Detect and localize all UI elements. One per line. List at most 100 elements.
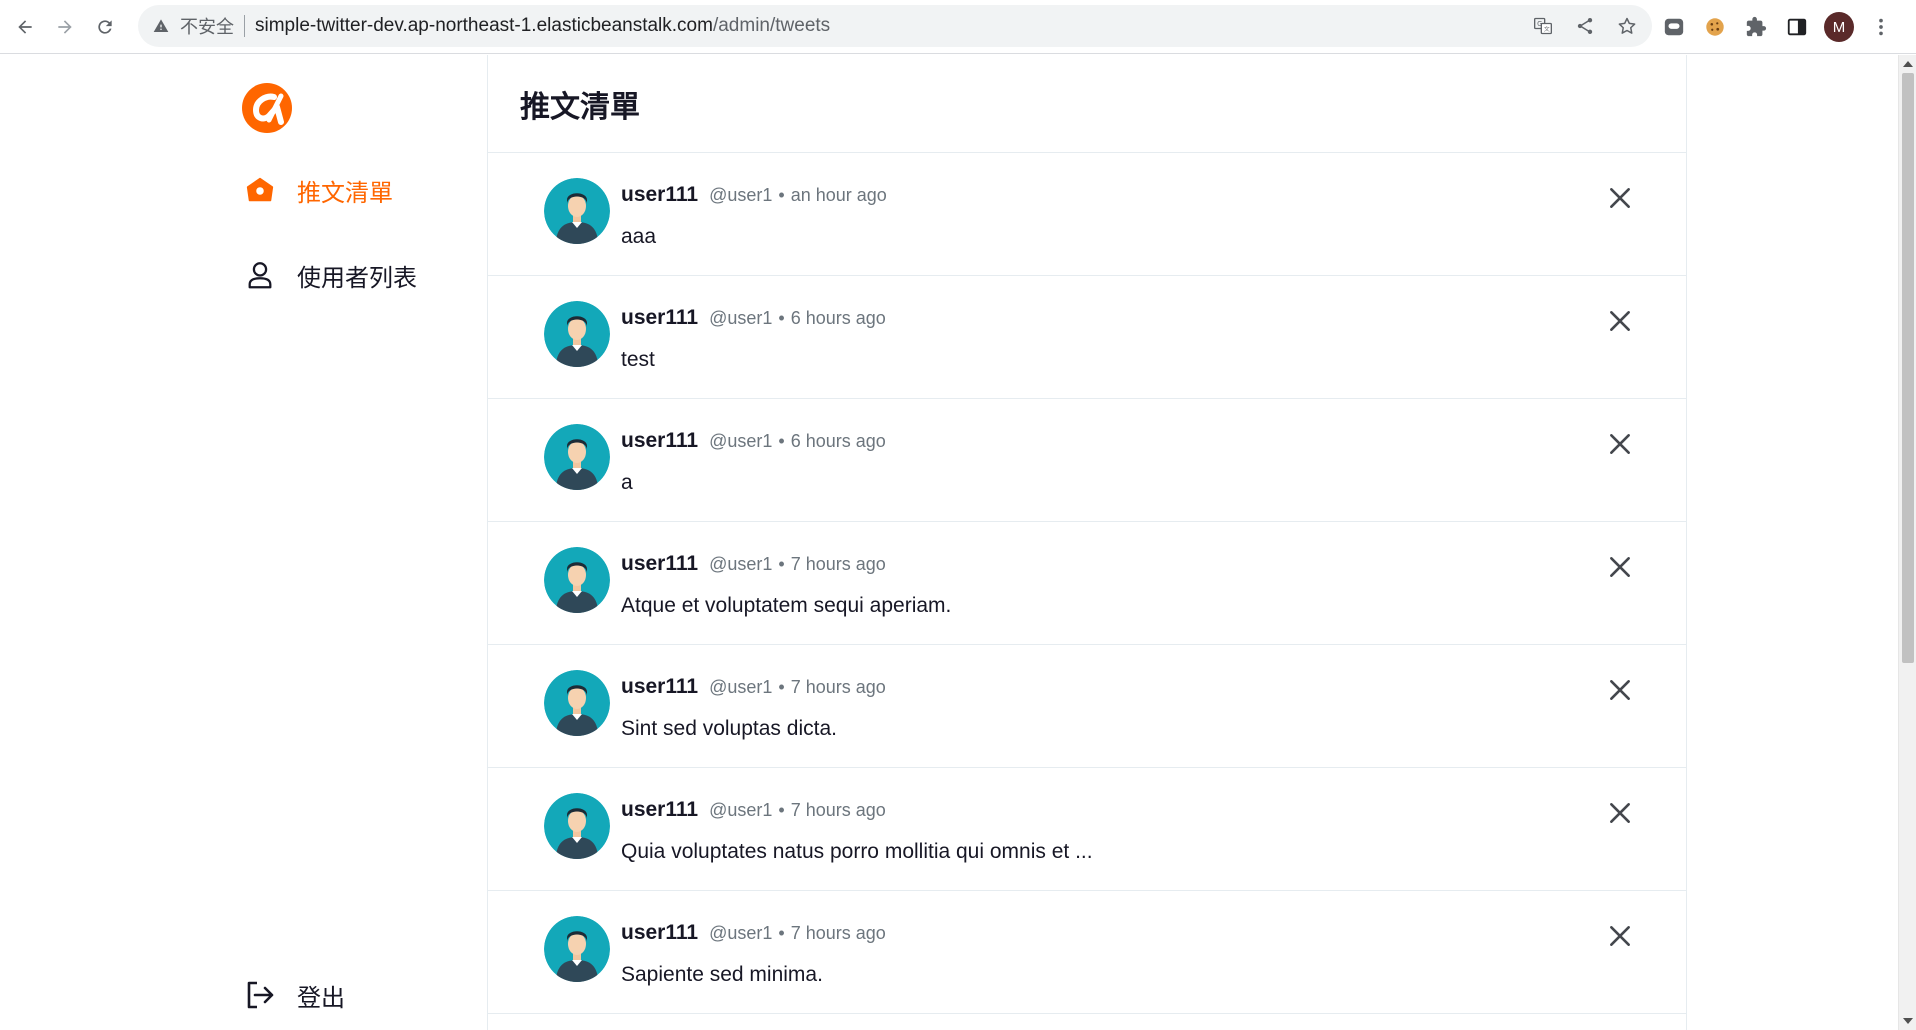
tweet-meta: user111 @user1 • an hour ago	[621, 183, 887, 207]
tweet-meta: user111 @user1 • 6 hours ago	[621, 429, 886, 453]
logout-label: 登出	[297, 984, 345, 1012]
delete-tweet-button[interactable]	[1604, 797, 1636, 829]
security-label[interactable]: 不安全	[180, 13, 234, 39]
cookie-icon[interactable]	[1701, 13, 1729, 41]
sidebar-item-label: 使用者列表	[297, 264, 417, 292]
avatar[interactable]	[544, 178, 610, 244]
tweet-meta: user111 @user1 • 6 hours ago	[621, 306, 886, 330]
brand-logo[interactable]	[240, 81, 294, 135]
tweet-user-name: user111	[621, 798, 699, 821]
tweet-time: 6 hours ago	[790, 308, 886, 328]
sidebar-item-tweets[interactable]: 推文清單	[244, 170, 393, 210]
address-divider	[244, 15, 245, 37]
more-menu-icon[interactable]	[1867, 13, 1895, 41]
delete-tweet-button[interactable]	[1604, 920, 1636, 952]
tweet-list: user111 @user1 • an hour ago aaa user111…	[488, 153, 1686, 1014]
puzzle-icon[interactable]	[1742, 13, 1770, 41]
tweet-user-name: user111	[621, 183, 699, 206]
tweet-user-name: user111	[621, 429, 699, 452]
meta-separator: •	[778, 554, 785, 574]
avatar[interactable]	[544, 793, 610, 859]
home-icon	[244, 174, 276, 206]
tweet-user-name: user111	[621, 306, 699, 329]
tweet-meta: user111 @user1 • 7 hours ago	[621, 552, 886, 576]
tweet-user-account: @user1	[709, 308, 773, 328]
tweet-user-account: @user1	[709, 677, 773, 697]
avatar[interactable]	[544, 670, 610, 736]
delete-tweet-button[interactable]	[1604, 428, 1636, 460]
logo-icon	[242, 83, 292, 133]
forward-button[interactable]	[50, 12, 80, 42]
delete-tweet-button[interactable]	[1604, 182, 1636, 214]
person-avatar-icon	[544, 178, 610, 244]
browser-toolbar: 不安全 simple-twitter-dev.ap-northeast-1.el…	[0, 0, 1916, 54]
tweet-user-account: @user1	[709, 431, 773, 451]
avatar[interactable]	[544, 301, 610, 367]
tweet-time: 7 hours ago	[790, 800, 886, 820]
tweet-meta: user111 @user1 • 7 hours ago	[621, 798, 886, 822]
person-avatar-icon	[544, 670, 610, 736]
main-header: 推文清單	[488, 55, 1686, 153]
address-bar[interactable]: 不安全 simple-twitter-dev.ap-northeast-1.el…	[138, 5, 1652, 47]
meta-separator: •	[778, 677, 785, 697]
tweet-user-account: @user1	[709, 923, 773, 943]
side-panel-icon[interactable]	[1783, 13, 1811, 41]
person-avatar-icon	[544, 547, 610, 613]
svg-text:文: 文	[1544, 25, 1550, 33]
star-icon[interactable]	[1614, 13, 1640, 39]
translate-icon[interactable]: G文	[1530, 13, 1556, 39]
tweet-time: 6 hours ago	[790, 431, 886, 451]
meta-separator: •	[778, 923, 785, 943]
admin-sidebar: 推文清單 使用者列表 登出	[0, 55, 487, 1030]
meta-separator: •	[778, 431, 785, 451]
tweet-row: user111 @user1 • 6 hours ago test	[488, 276, 1686, 399]
person-avatar-icon	[544, 424, 610, 490]
close-icon	[1610, 680, 1630, 700]
chat-extension-icon[interactable]	[1660, 13, 1688, 41]
reload-button[interactable]	[90, 12, 120, 42]
tweet-user-name: user111	[621, 921, 699, 944]
logout-icon	[244, 979, 276, 1011]
meta-separator: •	[778, 800, 785, 820]
tweet-content: Quia voluptates natus porro mollitia qui…	[621, 840, 1093, 863]
tweet-user-name: user111	[621, 675, 699, 698]
scrollbar-thumb[interactable]	[1902, 73, 1914, 663]
share-icon[interactable]	[1572, 13, 1598, 39]
avatar[interactable]	[544, 424, 610, 490]
scroll-up-arrow-icon[interactable]	[1903, 61, 1913, 67]
meta-separator: •	[778, 308, 785, 328]
warning-icon[interactable]	[152, 17, 170, 35]
avatar[interactable]	[544, 916, 610, 982]
address-bar-actions: G文	[1530, 5, 1640, 47]
tweet-content: Atque et voluptatem sequi aperiam.	[621, 594, 952, 617]
tweet-meta: user111 @user1 • 7 hours ago	[621, 675, 886, 699]
person-avatar-icon	[544, 916, 610, 982]
avatar[interactable]	[544, 547, 610, 613]
back-button[interactable]	[10, 12, 40, 42]
tweet-time: an hour ago	[790, 185, 887, 205]
scroll-down-arrow-icon[interactable]	[1903, 1018, 1913, 1024]
tweet-meta: user111 @user1 • 7 hours ago	[621, 921, 886, 945]
person-avatar-icon	[544, 793, 610, 859]
tweet-user-account: @user1	[709, 185, 773, 205]
close-icon	[1610, 188, 1630, 208]
tweet-content: test	[621, 348, 655, 371]
page-scrollbar[interactable]	[1898, 55, 1916, 1030]
tweet-row: user111 @user1 • 7 hours ago Atque et vo…	[488, 522, 1686, 645]
delete-tweet-button[interactable]	[1604, 674, 1636, 706]
tweet-row: user111 @user1 • 7 hours ago Quia volupt…	[488, 768, 1686, 891]
tweet-time: 7 hours ago	[790, 677, 886, 697]
page-title: 推文清單	[520, 90, 640, 124]
tweet-row: user111 @user1 • 7 hours ago Sint sed vo…	[488, 645, 1686, 768]
tweet-user-name: user111	[621, 552, 699, 575]
tweet-user-account: @user1	[709, 554, 773, 574]
tweet-time: 7 hours ago	[790, 923, 886, 943]
profile-avatar[interactable]: M	[1824, 12, 1854, 42]
logout-button[interactable]: 登出	[244, 975, 345, 1015]
close-icon	[1610, 926, 1630, 946]
sidebar-item-users[interactable]: 使用者列表	[244, 255, 417, 295]
tweet-row: user111 @user1 • 6 hours ago a	[488, 399, 1686, 522]
delete-tweet-button[interactable]	[1604, 305, 1636, 337]
delete-tweet-button[interactable]	[1604, 551, 1636, 583]
close-icon	[1610, 311, 1630, 331]
